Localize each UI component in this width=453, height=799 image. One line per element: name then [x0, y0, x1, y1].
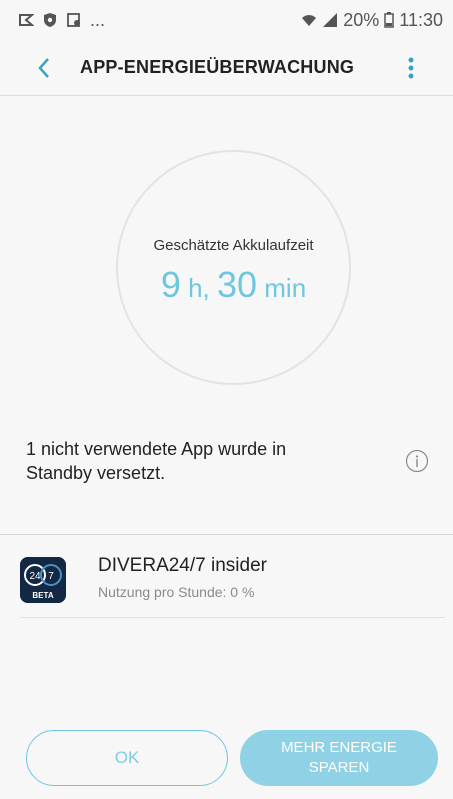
more-options-button[interactable]	[393, 50, 429, 86]
chevron-left-icon	[38, 57, 49, 78]
app-icon-text-7: 7	[48, 571, 54, 582]
page-title: APP-ENERGIEÜBERWACHUNG	[80, 57, 355, 77]
back-button[interactable]	[26, 50, 62, 86]
list-divider	[20, 617, 445, 618]
wifi-icon	[302, 15, 317, 26]
app-usage: Nutzung pro Stunde: 0 %	[98, 584, 255, 600]
battery-estimate-value: 9 h, 30 min	[161, 264, 306, 306]
shield-icon	[44, 13, 56, 27]
minutes-value: 30	[217, 264, 258, 305]
status-right-icons: 20% 11:30	[301, 10, 443, 31]
more-notifications-dots: ...	[90, 9, 106, 30]
app-name: DIVERA24/7 insider	[98, 555, 267, 576]
status-bar: ... 20% 11:30	[0, 0, 453, 40]
app-bar: APP-ENERGIEÜBERWACHUNG	[0, 40, 453, 96]
more-vert-icon	[408, 57, 414, 79]
save-more-energy-button[interactable]: MEHR ENERGIE SPAREN	[240, 730, 438, 786]
app-icon-text-24: 24	[29, 571, 41, 582]
notification-arrow-icon	[19, 14, 34, 26]
battery-estimate-circle: Geschätzte Akkulaufzeit 9 h, 30 min	[116, 150, 351, 385]
info-button[interactable]	[405, 449, 429, 473]
app-list-item[interactable]: 24 7 BETA DIVERA24/7 insider Nutzung pro…	[0, 545, 453, 617]
signal-icon	[323, 13, 338, 27]
section-divider	[0, 534, 453, 535]
divera-app-logo-icon: 24 7 BETA	[20, 557, 66, 603]
clock: 11:30	[399, 9, 443, 30]
minutes-unit: min	[257, 273, 307, 303]
hours-value: 9	[160, 264, 181, 305]
status-left-icons: ...	[18, 10, 105, 31]
app-icon-beta-badge: BETA	[32, 591, 53, 600]
battery-percent: 20%	[343, 9, 380, 30]
info-icon	[405, 449, 429, 473]
battery-estimate-label: Geschätzte Akkulaufzeit	[153, 237, 314, 254]
standby-notice: 1 nicht verwendete App wurde in Standby …	[26, 439, 287, 483]
screenshot-icon	[67, 13, 80, 27]
hours-unit: h,	[180, 273, 217, 303]
ok-button[interactable]: OK	[26, 730, 228, 786]
app-icon: 24 7 BETA	[20, 557, 66, 603]
battery-icon	[384, 12, 395, 28]
